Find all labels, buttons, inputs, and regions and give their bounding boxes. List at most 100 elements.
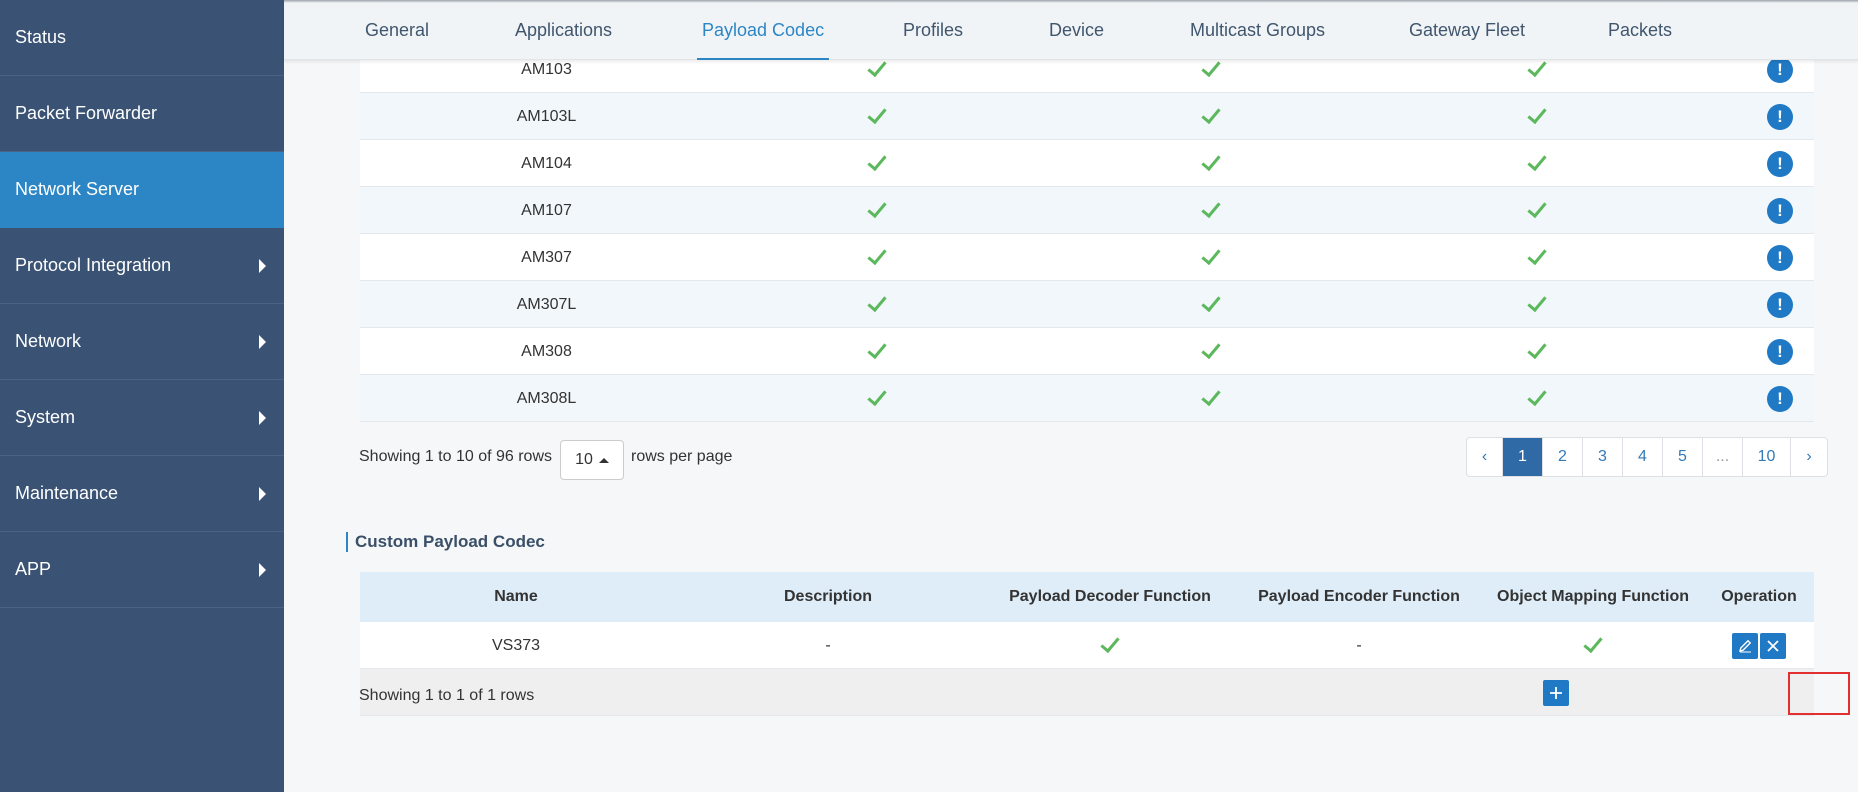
custom-codec-description: -: [825, 636, 831, 654]
check-icon: [1482, 622, 1704, 669]
check-icon: [1527, 328, 1547, 375]
check-icon: [1527, 93, 1547, 140]
info-icon[interactable]: !: [1765, 140, 1795, 187]
check-icon: [1201, 93, 1221, 140]
chevron-right-icon: [259, 562, 266, 577]
sidebar-item-protocol-integration[interactable]: Protocol Integration: [0, 228, 284, 304]
caret-up-icon: [598, 457, 609, 463]
custom-pagination-info: Showing 1 to 1 of 1 rows: [359, 687, 535, 704]
rows-per-page-label: rows per page: [631, 448, 733, 465]
check-icon: [867, 328, 887, 375]
codec-name: AM308: [521, 342, 572, 360]
check-icon: [867, 281, 887, 328]
header-mapping: Object Mapping Function: [1497, 588, 1689, 605]
check-icon: [984, 622, 1236, 669]
tab-applications[interactable]: Applications: [515, 0, 612, 60]
page-button-5[interactable]: 5: [1663, 438, 1703, 476]
check-icon: [1201, 375, 1221, 422]
check-icon: [867, 93, 887, 140]
tab-multicast-groups[interactable]: Multicast Groups: [1190, 0, 1325, 60]
table-row: AM308L !: [360, 375, 1814, 422]
custom-codec-name: VS373: [491, 636, 541, 654]
header-name: Name: [494, 588, 538, 605]
sidebar-item-label: Packet Forwarder: [15, 103, 158, 123]
tab-device[interactable]: Device: [1049, 0, 1104, 60]
sidebar-item-label: APP: [15, 559, 52, 579]
check-icon: [1527, 375, 1547, 422]
page-button-3[interactable]: 3: [1583, 438, 1623, 476]
operation-cell: [1704, 622, 1814, 669]
page-ellipsis: ...: [1703, 438, 1743, 476]
check-icon: [1527, 281, 1547, 328]
close-icon: [1767, 639, 1779, 652]
rows-per-page-select[interactable]: 10: [560, 440, 624, 480]
sidebar-item-label: Maintenance: [15, 483, 119, 503]
highlight-box: [1788, 672, 1850, 715]
table-row: AM307 !: [360, 234, 1814, 281]
chevron-right-icon: [259, 486, 266, 501]
info-icon[interactable]: !: [1765, 328, 1795, 375]
tab-gateway-fleet[interactable]: Gateway Fleet: [1409, 0, 1525, 60]
edit-button[interactable]: [1732, 632, 1758, 659]
tab-profiles[interactable]: Profiles: [903, 0, 963, 60]
tab-general[interactable]: General: [365, 0, 429, 60]
check-icon: [1201, 328, 1221, 375]
sidebar-item-system[interactable]: System: [0, 380, 284, 456]
sidebar-item-maintenance[interactable]: Maintenance: [0, 456, 284, 532]
sidebar: Status Packet Forwarder Network Server P…: [0, 0, 284, 792]
tab-bar: General Applications Payload Codec Profi…: [284, 0, 1858, 60]
check-icon: [1527, 187, 1547, 234]
delete-button[interactable]: [1760, 632, 1786, 659]
next-page-button[interactable]: ›: [1791, 438, 1827, 476]
info-icon[interactable]: !: [1765, 281, 1795, 328]
sidebar-item-label: Network: [15, 331, 82, 351]
add-custom-codec-button[interactable]: [1543, 680, 1569, 706]
tab-payload-codec[interactable]: Payload Codec: [697, 0, 830, 60]
check-icon: [867, 234, 887, 281]
page-button-2[interactable]: 2: [1543, 438, 1583, 476]
check-icon: [1201, 234, 1221, 281]
table-row: AM104 !: [360, 140, 1814, 187]
check-icon: [867, 375, 887, 422]
page-button-4[interactable]: 4: [1623, 438, 1663, 476]
add-row: [360, 669, 1850, 716]
sidebar-item-packet-forwarder[interactable]: Packet Forwarder: [0, 76, 284, 152]
sidebar-item-app[interactable]: APP: [0, 532, 284, 608]
info-icon[interactable]: !: [1765, 93, 1795, 140]
prev-page-button[interactable]: ‹: [1467, 438, 1503, 476]
sidebar-item-network-server[interactable]: Network Server: [0, 152, 284, 228]
sidebar-item-network[interactable]: Network: [0, 304, 284, 380]
codec-name: AM307: [521, 248, 572, 266]
table-row: AM107 !: [360, 187, 1814, 234]
info-icon[interactable]: !: [1765, 187, 1795, 234]
codec-name: AM103L: [516, 107, 577, 125]
info-icon[interactable]: !: [1765, 375, 1795, 422]
sidebar-item-label: Status: [15, 27, 67, 47]
info-icon[interactable]: !: [1765, 234, 1795, 281]
table-row: AM307L !: [360, 281, 1814, 328]
page-button-1[interactable]: 1: [1503, 438, 1543, 476]
header-description: Description: [783, 588, 872, 605]
codec-name: AM307L: [516, 295, 577, 313]
check-icon: [1201, 187, 1221, 234]
pagination: ‹ 1 2 3 4 5 ... 10 ›: [1466, 437, 1828, 477]
check-icon: [867, 187, 887, 234]
codec-name: AM308L: [516, 389, 577, 407]
sidebar-item-status[interactable]: Status: [0, 0, 284, 76]
table-row: AM103L !: [360, 93, 1814, 140]
header-decoder: Payload Decoder Function: [1009, 588, 1211, 605]
codec-name: AM107: [521, 201, 572, 219]
sidebar-item-label: System: [15, 407, 76, 427]
header-encoder: Payload Encoder Function: [1258, 588, 1460, 605]
main-content: AM103 ! AM103L ! AM104 ! AM107 ! AM307 !…: [284, 46, 1858, 792]
pagination-info: Showing 1 to 10 of 96 rows: [359, 448, 553, 465]
chevron-right-icon: [259, 258, 266, 273]
check-icon: [1201, 281, 1221, 328]
tab-packets[interactable]: Packets: [1608, 0, 1672, 60]
chevron-right-icon: [259, 334, 266, 349]
chevron-right-icon: [259, 410, 266, 425]
check-icon: [1527, 140, 1547, 187]
check-icon: [1201, 140, 1221, 187]
sidebar-item-label: Protocol Integration: [15, 255, 172, 275]
page-button-10[interactable]: 10: [1743, 438, 1791, 476]
